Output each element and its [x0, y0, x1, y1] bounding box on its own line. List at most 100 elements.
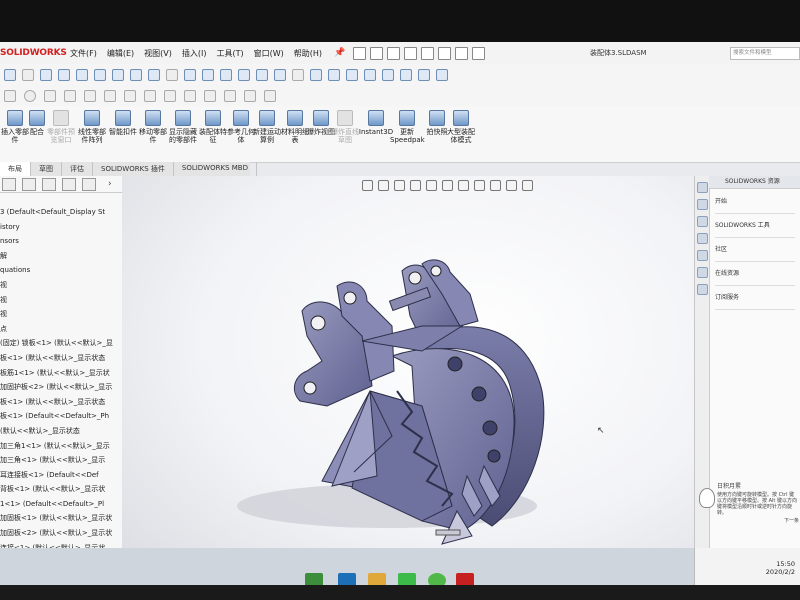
relations-icon[interactable]	[264, 90, 276, 102]
linear-pattern-button[interactable]: 线性零部件阵列	[77, 110, 107, 144]
open-icon[interactable]	[370, 46, 384, 60]
tree-item[interactable]: 视	[0, 293, 122, 308]
sketch-fillet-icon[interactable]	[164, 90, 176, 102]
measure-icon[interactable]	[274, 69, 286, 81]
reference-icon[interactable]	[256, 69, 268, 81]
resource-tools[interactable]: SOLIDWORKS 工具	[715, 222, 795, 238]
resource-subscription[interactable]: 订阅服务	[715, 294, 795, 310]
tree-item[interactable]: 加固板<1> (默认<<默认>_显示状	[0, 511, 122, 526]
appearances-icon[interactable]	[696, 267, 708, 278]
menu-tools[interactable]: 工具(T)	[216, 48, 243, 59]
tree-item[interactable]: 1<1> (Default<<Default>_Pl	[0, 497, 122, 512]
tab-evaluate[interactable]: 评估	[62, 162, 93, 176]
smart-dimension-icon[interactable]	[4, 69, 16, 81]
section-icon[interactable]	[310, 69, 322, 81]
extend-tool-icon[interactable]	[144, 90, 156, 102]
tree-item[interactable]: 背板<1> (默认<<默认>_显示状	[0, 482, 122, 497]
menu-file[interactable]: 文件(F)	[70, 48, 97, 59]
select-arrow-icon[interactable]	[22, 69, 34, 81]
print-icon[interactable]	[404, 46, 418, 60]
excavator-bucket-model[interactable]	[122, 176, 694, 587]
sketch-icon[interactable]	[40, 69, 52, 81]
axis-icon[interactable]	[202, 69, 214, 81]
tree-item[interactable]: 视	[0, 278, 122, 293]
dimension-h-icon[interactable]	[224, 90, 236, 102]
spline-tool-icon[interactable]	[84, 90, 96, 102]
interference-icon[interactable]	[328, 69, 340, 81]
graphics-area[interactable]: ↖	[122, 176, 694, 587]
tree-item[interactable]: 板<1> (默认<<默认>_显示状态	[0, 351, 122, 366]
select-icon[interactable]	[438, 46, 452, 60]
search-input[interactable]: 搜索文件和模型	[730, 47, 800, 60]
wrap-icon[interactable]	[436, 69, 448, 81]
assembly-features-button[interactable]: 装配体特征	[198, 110, 228, 144]
save-icon[interactable]	[387, 46, 401, 60]
hole-icon[interactable]	[346, 69, 358, 81]
arc-tool-icon[interactable]	[64, 90, 76, 102]
undo-icon[interactable]	[421, 46, 435, 60]
tree-item[interactable]: nsors	[0, 234, 122, 249]
shell-icon[interactable]	[382, 69, 394, 81]
tree-item[interactable]: 3 (Default<Default_Display St	[0, 205, 122, 220]
resource-community[interactable]: 社区	[715, 246, 795, 262]
trim-tool-icon[interactable]	[124, 90, 136, 102]
configuration-tab-icon[interactable]	[42, 177, 56, 191]
polygon-tool-icon[interactable]	[44, 90, 56, 102]
tree-item[interactable]: 视	[0, 307, 122, 322]
circle-tool-icon[interactable]	[24, 90, 36, 102]
point-icon[interactable]	[220, 69, 232, 81]
design-library-icon[interactable]	[696, 216, 708, 227]
tree-item[interactable]: (默认<<默认>_显示状态	[0, 424, 122, 439]
display-tab-icon[interactable]	[82, 177, 96, 191]
file-explorer-icon[interactable]	[696, 233, 708, 244]
tree-item[interactable]: 耳连接板<1> (Default<<Def	[0, 468, 122, 483]
tree-item[interactable]: 加固板<2> (默认<<默认>_显示状	[0, 526, 122, 541]
chevron-right-icon[interactable]: ›	[108, 179, 112, 189]
property-tab-icon[interactable]	[22, 177, 36, 191]
tree-item[interactable]: 加三角1<1> (默认<<默认>_显示	[0, 439, 122, 454]
smart-fasteners-button[interactable]: 智能扣件	[108, 110, 138, 136]
menu-insert[interactable]: 插入(I)	[182, 48, 207, 59]
new-motion-study-button[interactable]: 新建运动算例	[252, 110, 282, 144]
tree-item[interactable]: 加三角<1> (默认<<默认>_显示	[0, 453, 122, 468]
custom-properties-icon[interactable]	[696, 284, 708, 295]
tree-item[interactable]: 板筋1<1> (默认<<默认>_显示状	[0, 366, 122, 381]
rebuild-icon[interactable]	[455, 46, 469, 60]
dimxpert-tab-icon[interactable]	[62, 177, 76, 191]
view-palette-icon[interactable]	[696, 250, 708, 261]
mirror-icon[interactable]	[166, 69, 178, 81]
tree-item[interactable]: quations	[0, 263, 122, 278]
menu-window[interactable]: 窗口(W)	[254, 48, 284, 59]
menu-view[interactable]: 视图(V)	[144, 48, 172, 59]
pin-icon[interactable]: 📌	[334, 48, 345, 58]
options-icon[interactable]	[472, 46, 486, 60]
update-speedpak-button[interactable]: 更新Speedpak	[390, 110, 425, 144]
component-preview-button[interactable]: 零部件预览窗口	[46, 110, 76, 144]
resource-online[interactable]: 在线资源	[715, 270, 795, 286]
offset-tool-icon[interactable]	[104, 90, 116, 102]
fillet-icon[interactable]	[130, 69, 142, 81]
plane-icon[interactable]	[184, 69, 196, 81]
rectangle-icon[interactable]	[76, 69, 88, 81]
tree-item[interactable]: 板<1> (Default<<Default>_Ph	[0, 409, 122, 424]
tree-item[interactable]: 解	[0, 249, 122, 264]
coordinate-icon[interactable]	[238, 69, 250, 81]
pattern-icon[interactable]	[364, 69, 376, 81]
centerline-icon[interactable]	[204, 90, 216, 102]
cut-icon[interactable]	[112, 69, 124, 81]
rib-icon[interactable]	[400, 69, 412, 81]
tree-item[interactable]: (固定) 锁板<1> (默认<<默认>_显	[0, 336, 122, 351]
tree-item[interactable]: istory	[0, 220, 122, 235]
tab-mbd[interactable]: SOLIDWORKS MBD	[174, 162, 257, 176]
tab-addins[interactable]: SOLIDWORKS 插件	[93, 162, 174, 176]
construction-line-icon[interactable]	[184, 90, 196, 102]
draft-icon[interactable]	[418, 69, 430, 81]
line-tool-icon[interactable]	[4, 90, 16, 102]
resource-start[interactable]: 开始	[715, 198, 795, 214]
large-assembly-mode-button[interactable]: 大型装配体模式	[446, 110, 476, 144]
tab-sketch[interactable]: 草图	[31, 162, 62, 176]
tree-item[interactable]: 板<1> (默认<<默认>_显示状态	[0, 395, 122, 410]
clock[interactable]: 15:50 2020/2/2	[766, 560, 795, 576]
menu-help[interactable]: 帮助(H)	[294, 48, 322, 59]
mass-properties-icon[interactable]	[292, 69, 304, 81]
